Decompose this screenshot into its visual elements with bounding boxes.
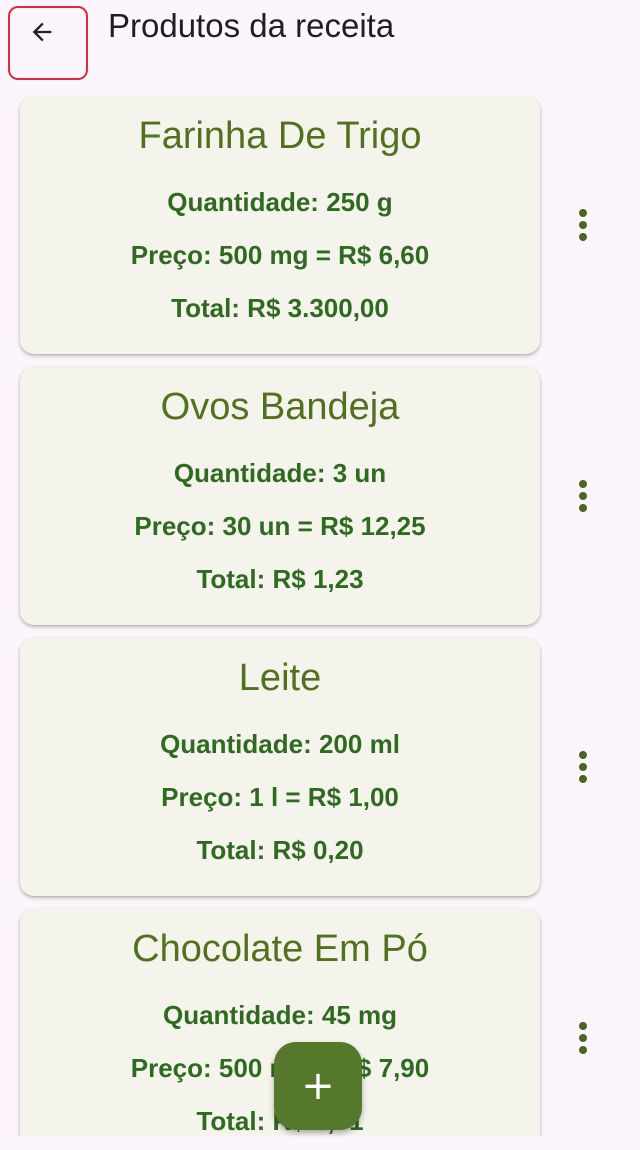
list-item: Ovos Bandeja Quantidade: 3 un Preço: 30 … bbox=[0, 367, 640, 625]
more-options-button[interactable] bbox=[566, 475, 600, 517]
page-title: Produtos da receita bbox=[108, 7, 395, 44]
more-vert-icon bbox=[579, 209, 587, 217]
product-name: Ovos Bandeja bbox=[160, 386, 400, 428]
product-total: Total: R$ 0,20 bbox=[196, 835, 364, 865]
product-price: Preço: 1 l = R$ 1,00 bbox=[161, 782, 399, 812]
product-quantity: Quantidade: 45 mg bbox=[162, 1000, 398, 1030]
product-total: Total: R$ 3.300,00 bbox=[171, 293, 389, 323]
product-quantity: Quantidade: 250 g bbox=[167, 187, 393, 217]
product-list[interactable]: Farinha De Trigo Quantidade: 250 g Preço… bbox=[0, 96, 640, 1136]
product-total: Total: R$ 1,23 bbox=[196, 564, 364, 594]
add-icon: + bbox=[301, 1063, 335, 1109]
arrow-back-icon bbox=[32, 22, 52, 42]
more-vert-icon bbox=[579, 751, 587, 759]
product-name: Farinha De Trigo bbox=[138, 115, 422, 157]
product-name: Chocolate Em Pó bbox=[132, 928, 428, 970]
product-price: Preço: 500 mg = R$ 6,60 bbox=[130, 240, 430, 270]
product-quantity: Quantidade: 200 ml bbox=[160, 729, 400, 759]
product-quantity: Quantidade: 3 un bbox=[173, 458, 387, 488]
product-card[interactable]: Farinha De Trigo Quantidade: 250 g Preço… bbox=[20, 96, 540, 354]
more-vert-icon bbox=[579, 1022, 587, 1030]
back-button[interactable] bbox=[8, 6, 88, 80]
app-bar: Produtos da receita bbox=[0, 0, 640, 90]
more-options-button[interactable] bbox=[566, 746, 600, 788]
product-name: Leite bbox=[238, 657, 322, 699]
more-vert-icon bbox=[579, 480, 587, 488]
product-price: Preço: 30 un = R$ 12,25 bbox=[134, 511, 426, 541]
list-item: Leite Quantidade: 200 ml Preço: 1 l = R$… bbox=[0, 638, 640, 896]
add-product-button[interactable]: + bbox=[274, 1042, 362, 1130]
product-card[interactable]: Ovos Bandeja Quantidade: 3 un Preço: 30 … bbox=[20, 367, 540, 625]
product-card[interactable]: Leite Quantidade: 200 ml Preço: 1 l = R$… bbox=[20, 638, 540, 896]
list-item: Farinha De Trigo Quantidade: 250 g Preço… bbox=[0, 96, 640, 354]
more-options-button[interactable] bbox=[566, 1017, 600, 1059]
more-options-button[interactable] bbox=[566, 204, 600, 246]
